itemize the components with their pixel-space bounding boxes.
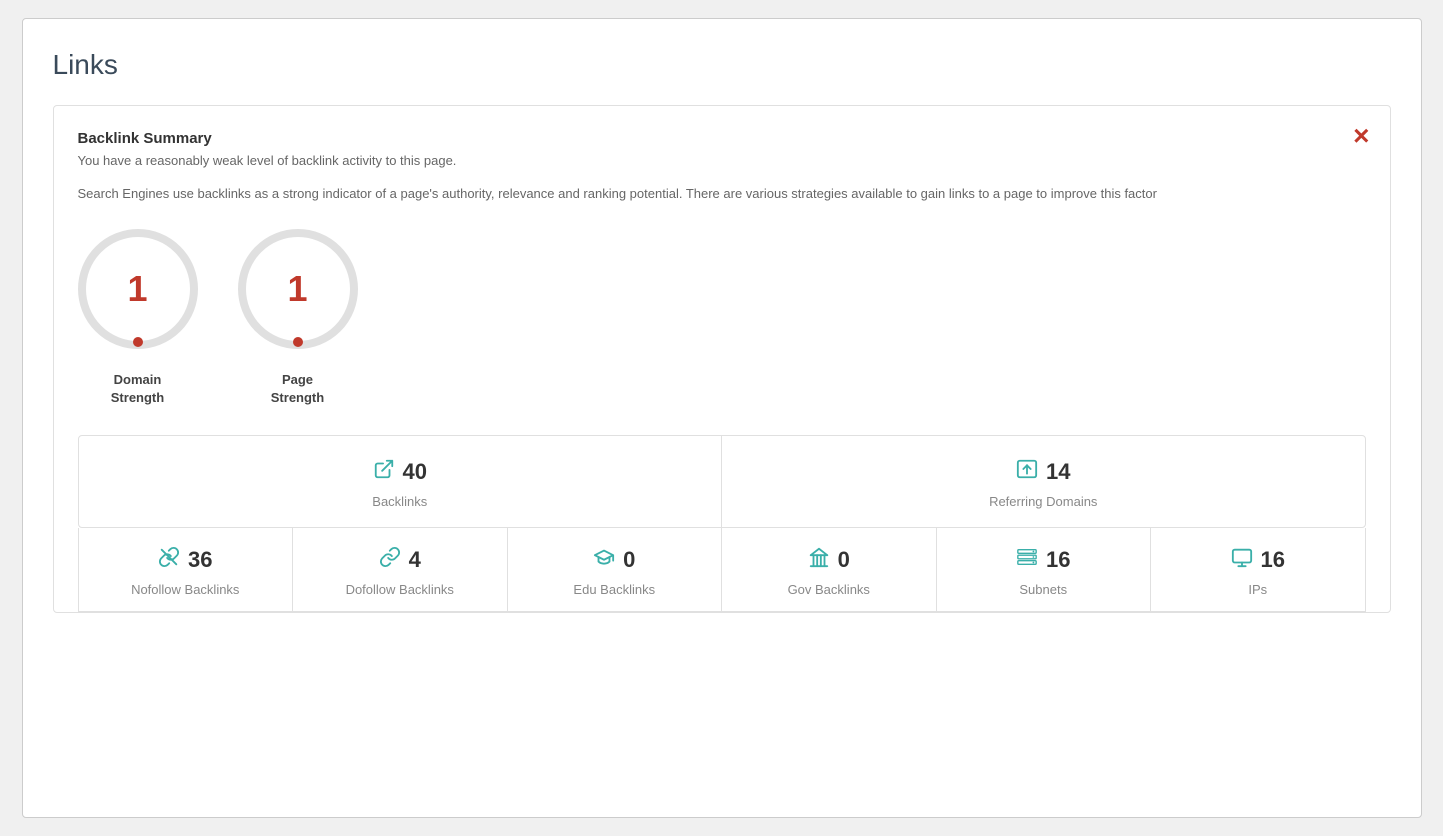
gov-value: 0 (838, 547, 850, 573)
nofollow-value: 36 (188, 547, 212, 573)
edu-value-row: 0 (593, 546, 635, 574)
subnets-label: Subnets (1019, 582, 1067, 597)
domain-strength-ring: 1 (78, 229, 198, 349)
gov-value-row: 0 (808, 546, 850, 574)
gov-label: Gov Backlinks (788, 582, 870, 597)
circles-row: 1 DomainStrength 1 PageStrength (78, 229, 1366, 407)
stats-grid-top: 40 Backlinks 14 Referring Domains (78, 435, 1366, 528)
nofollow-cell: 36 Nofollow Backlinks (79, 528, 294, 611)
edu-value: 0 (623, 547, 635, 573)
backlink-summary-card: × Backlink Summary You have a reasonably… (53, 105, 1391, 613)
nofollow-value-row: 36 (158, 546, 212, 574)
page-strength-dot (293, 337, 303, 347)
edu-icon (593, 546, 615, 574)
dofollow-value: 4 (409, 547, 421, 573)
referring-domains-value-row: 14 (1016, 458, 1070, 486)
gov-icon (808, 546, 830, 574)
dofollow-icon (379, 546, 401, 574)
domain-strength-dot (133, 337, 143, 347)
summary-description: You have a reasonably weak level of back… (78, 153, 1366, 168)
subnets-value: 16 (1046, 547, 1070, 573)
subnets-value-row: 16 (1016, 546, 1070, 574)
edu-cell: 0 Edu Backlinks (508, 528, 723, 611)
page-strength-value: 1 (287, 268, 307, 310)
summary-body: Search Engines use backlinks as a strong… (78, 184, 1366, 205)
ips-label: IPs (1248, 582, 1267, 597)
ips-icon (1231, 546, 1253, 574)
backlinks-value: 40 (403, 459, 427, 485)
main-window: Links × Backlink Summary You have a reas… (22, 18, 1422, 818)
edu-label: Edu Backlinks (573, 582, 655, 597)
stats-grid-bottom: 36 Nofollow Backlinks 4 Dofollow Backlin… (78, 528, 1366, 612)
referring-domains-value: 14 (1046, 459, 1070, 485)
page-title: Links (53, 49, 1391, 81)
ips-cell: 16 IPs (1151, 528, 1365, 611)
backlinks-label: Backlinks (372, 494, 427, 509)
subnets-cell: 16 Subnets (937, 528, 1152, 611)
domain-strength-item: 1 DomainStrength (78, 229, 198, 407)
page-strength-ring: 1 (238, 229, 358, 349)
domain-strength-value: 1 (127, 268, 147, 310)
ips-value: 16 (1261, 547, 1285, 573)
nofollow-label: Nofollow Backlinks (131, 582, 239, 597)
domain-strength-label: DomainStrength (111, 371, 164, 407)
page-strength-label: PageStrength (271, 371, 324, 407)
backlinks-cell: 40 Backlinks (79, 436, 723, 527)
backlinks-icon (373, 458, 395, 486)
nofollow-icon (158, 546, 180, 574)
page-strength-item: 1 PageStrength (238, 229, 358, 407)
subnets-icon (1016, 546, 1038, 574)
ips-value-row: 16 (1231, 546, 1285, 574)
referring-domains-cell: 14 Referring Domains (722, 436, 1365, 527)
backlinks-value-row: 40 (373, 458, 427, 486)
dofollow-label: Dofollow Backlinks (346, 582, 454, 597)
gov-cell: 0 Gov Backlinks (722, 528, 937, 611)
referring-domains-icon (1016, 458, 1038, 486)
dofollow-cell: 4 Dofollow Backlinks (293, 528, 508, 611)
summary-title: Backlink Summary (78, 130, 1366, 147)
dofollow-value-row: 4 (379, 546, 421, 574)
referring-domains-label: Referring Domains (989, 494, 1097, 509)
close-button[interactable]: × (1353, 122, 1369, 150)
